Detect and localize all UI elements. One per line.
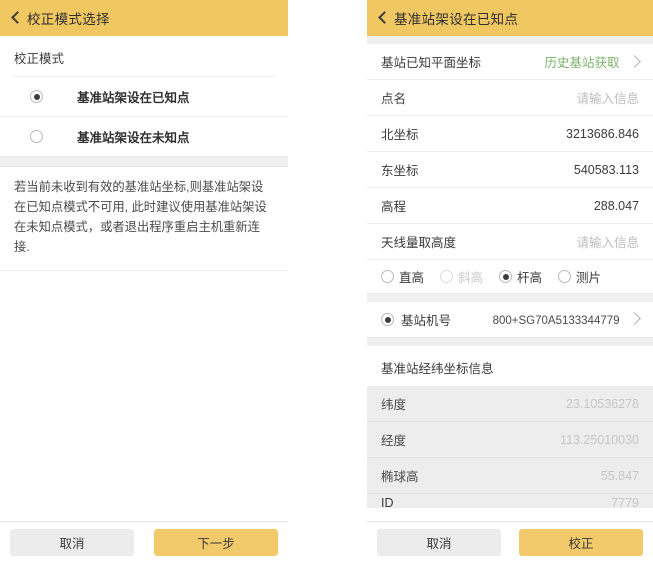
row-ellipsoid-height: 椭球高 55.847 xyxy=(367,458,653,494)
radio-measure-piece-icon[interactable] xyxy=(558,270,571,283)
radio-station-serial-icon[interactable] xyxy=(381,313,394,326)
chevron-left-icon[interactable] xyxy=(376,10,389,26)
left-panel-body: 校正模式 基准站架设在已知点 基准站架设在未知点 若当前未收到有效的基准站坐标,… xyxy=(0,36,288,521)
row-north-coord-label: 北坐标 xyxy=(381,124,419,143)
known-point-setup-panel: 基准站架设在已知点 基站已知平面坐标 历史基站获取 点名 请输入信息 北坐标 3… xyxy=(367,0,653,563)
geodetic-readonly-block: 纬度 23.10536278 经度 113.25010030 椭球高 55.84… xyxy=(367,386,653,508)
row-known-plane-coord-value: 历史基站获取 xyxy=(545,56,620,70)
radio-vertical-icon[interactable] xyxy=(381,270,394,283)
row-station-serial-value-wrap[interactable]: 800+SG70A5133344779 xyxy=(493,311,639,329)
chevron-right-icon xyxy=(628,55,641,68)
row-antenna-height-label: 天线量取高度 xyxy=(381,232,456,251)
row-known-plane-coord[interactable]: 基站已知平面坐标 历史基站获取 xyxy=(367,44,653,80)
antenna-height-type-group: 直高 斜高 杆高 测片 xyxy=(367,260,653,294)
row-latitude-label: 纬度 xyxy=(381,394,406,413)
row-longitude-label: 经度 xyxy=(381,430,406,449)
antenna-option-pole[interactable]: 杆高 xyxy=(499,267,542,286)
section-title-calibration-mode: 校正模式 xyxy=(0,36,288,76)
top-gap xyxy=(367,36,653,44)
radio-unknown-point-icon[interactable] xyxy=(30,130,43,143)
row-elevation[interactable]: 高程 288.047 xyxy=(367,188,653,224)
antenna-option-slant-label: 斜高 xyxy=(458,267,483,286)
row-north-coord[interactable]: 北坐标 3213686.846 xyxy=(367,116,653,152)
row-east-coord-value[interactable]: 540583.113 xyxy=(574,163,639,177)
radio-known-point-icon[interactable] xyxy=(30,90,43,103)
row-id-value: 7779 xyxy=(611,494,639,508)
row-id-clipped: ID 7779 xyxy=(367,494,653,508)
right-panel-body: 基站已知平面坐标 历史基站获取 点名 请输入信息 北坐标 3213686.846… xyxy=(367,36,653,521)
option-unknown-point-label: 基准站架设在未知点 xyxy=(77,127,190,146)
left-panel-footer: 取消 下一步 xyxy=(0,521,288,563)
chevron-right-icon xyxy=(628,312,641,325)
row-elevation-value[interactable]: 288.047 xyxy=(594,199,639,213)
row-known-plane-coord-label: 基站已知平面坐标 xyxy=(381,52,481,71)
radio-slant-icon xyxy=(440,270,453,283)
option-unknown-point[interactable]: 基准站架设在未知点 xyxy=(0,117,288,157)
row-ellipsoid-height-value: 55.847 xyxy=(601,469,639,483)
row-point-name-label: 点名 xyxy=(381,88,406,107)
row-latitude-value: 23.10536278 xyxy=(566,397,639,411)
right-panel-titlebar: 基准站架设在已知点 xyxy=(367,0,653,36)
row-antenna-height-input[interactable]: 请输入信息 xyxy=(576,232,639,251)
row-longitude-value: 113.25010030 xyxy=(560,433,639,447)
option-known-point[interactable]: 基准站架设在已知点 xyxy=(0,77,288,117)
section-gap xyxy=(367,294,653,302)
row-longitude: 经度 113.25010030 xyxy=(367,422,653,458)
row-elevation-label: 高程 xyxy=(381,196,406,215)
row-latitude: 纬度 23.10536278 xyxy=(367,386,653,422)
antenna-option-measure-piece[interactable]: 测片 xyxy=(558,267,601,286)
antenna-option-slant: 斜高 xyxy=(440,267,483,286)
row-point-name[interactable]: 点名 请输入信息 xyxy=(367,80,653,116)
row-station-serial[interactable]: 基站机号 800+SG70A5133344779 xyxy=(367,302,653,338)
row-east-coord[interactable]: 东坐标 540583.113 xyxy=(367,152,653,188)
calibrate-button[interactable]: 校正 xyxy=(519,529,643,556)
antenna-option-vertical[interactable]: 直高 xyxy=(381,267,424,286)
cancel-button[interactable]: 取消 xyxy=(377,529,501,556)
radio-pole-icon[interactable] xyxy=(499,270,512,283)
calibration-mode-note: 若当前未收到有效的基准站坐标,则基准站架设在已知点模式不可用, 此时建议使用基准… xyxy=(0,167,288,271)
row-ellipsoid-height-label: 椭球高 xyxy=(381,466,419,485)
section-gap xyxy=(367,338,653,346)
page-title: 校正模式选择 xyxy=(27,8,110,28)
antenna-option-pole-label: 杆高 xyxy=(517,267,542,286)
antenna-option-vertical-label: 直高 xyxy=(399,267,424,286)
row-antenna-height[interactable]: 天线量取高度 请输入信息 xyxy=(367,224,653,260)
section-gap xyxy=(0,157,288,167)
left-panel-titlebar: 校正模式选择 xyxy=(0,0,288,36)
section-title-geodetic-info: 基准站经纬坐标信息 xyxy=(367,346,653,386)
next-step-button[interactable]: 下一步 xyxy=(154,529,278,556)
cancel-button[interactable]: 取消 xyxy=(10,529,134,556)
row-known-plane-coord-value-wrap[interactable]: 历史基站获取 xyxy=(545,52,639,72)
row-station-serial-lead[interactable]: 基站机号 xyxy=(381,310,451,329)
page-title: 基准站架设在已知点 xyxy=(394,8,518,28)
right-panel-footer: 取消 校正 xyxy=(367,521,653,563)
row-station-serial-value: 800+SG70A5133344779 xyxy=(493,315,620,327)
calibration-mode-panel: 校正模式选择 校正模式 基准站架设在已知点 基准站架设在未知点 若当前未收到有效… xyxy=(0,0,288,563)
row-id-label: ID xyxy=(381,494,394,508)
option-known-point-label: 基准站架设在已知点 xyxy=(77,87,190,106)
row-point-name-input[interactable]: 请输入信息 xyxy=(576,88,639,107)
antenna-option-measure-piece-label: 测片 xyxy=(576,267,601,286)
row-north-coord-value[interactable]: 3213686.846 xyxy=(566,127,639,141)
chevron-left-icon[interactable] xyxy=(9,10,22,26)
row-station-serial-label: 基站机号 xyxy=(401,310,451,329)
row-east-coord-label: 东坐标 xyxy=(381,160,419,179)
